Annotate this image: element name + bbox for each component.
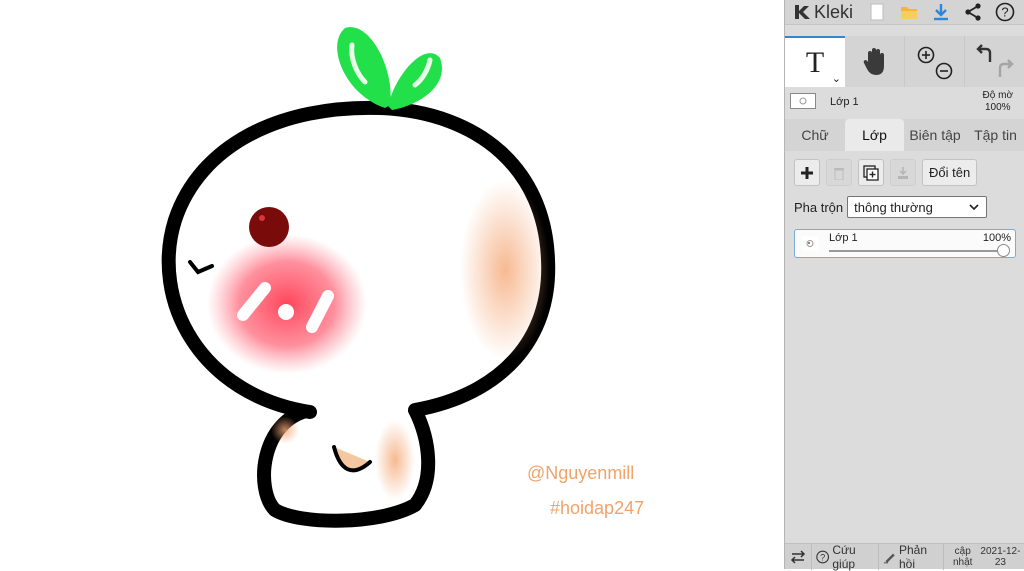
plus-icon xyxy=(801,166,813,179)
watermark-hashtag: #hoidap247 xyxy=(550,498,645,518)
opacity-slider-handle[interactable] xyxy=(997,244,1010,257)
hand-icon xyxy=(863,47,884,75)
sprout-leaf-left xyxy=(337,27,391,108)
cheek-shading xyxy=(460,180,550,360)
blush xyxy=(207,234,367,374)
help-button[interactable]: ? xyxy=(989,0,1021,25)
zoom-controls xyxy=(905,36,965,87)
feedback-pen-icon xyxy=(883,553,895,563)
question-icon: ? xyxy=(816,550,830,563)
canvas-artwork xyxy=(161,27,556,528)
feedback-link[interactable]: Phản hồi xyxy=(879,542,944,571)
current-layer-name: Lớp 1 xyxy=(830,96,859,108)
blend-mode-label: Pha trộn xyxy=(794,199,844,215)
body-shading-right xyxy=(375,420,415,500)
blend-mode-value: thông thường xyxy=(854,199,933,215)
tool-row: T ⌄ xyxy=(785,36,1024,87)
help-icon: ? xyxy=(995,2,1015,22)
merge-down-icon xyxy=(898,166,908,179)
merge-layer-button[interactable] xyxy=(890,159,916,186)
undo-redo-controls xyxy=(965,36,1024,87)
swap-arrows-icon xyxy=(790,549,806,564)
delete-layer-button[interactable] xyxy=(826,159,852,186)
app-logo[interactable]: Kleki xyxy=(785,0,861,25)
zoom-in-out xyxy=(917,46,952,79)
download-icon xyxy=(934,4,948,21)
svg-text:?: ? xyxy=(820,552,825,562)
folder-icon xyxy=(901,7,917,19)
watermark-username: @Nguyenmill xyxy=(527,463,635,483)
current-layer-bar: Lớp 1 Độ mờ 100% xyxy=(785,87,1024,119)
redo-icon[interactable] xyxy=(998,58,1014,77)
new-file-icon xyxy=(870,3,884,21)
update-label: cập nhật xyxy=(952,545,973,568)
panel-tabs: Chữ Lớp Biên tập Tập tin xyxy=(785,119,1024,151)
open-button[interactable] xyxy=(893,0,925,25)
app-name: Kleki xyxy=(814,1,854,22)
layer-opacity: 100% xyxy=(982,232,1011,244)
help-link[interactable]: ? Cứu giúp xyxy=(812,542,879,571)
layer-list-item[interactable]: Lớp 1 100% xyxy=(794,229,1016,258)
share-icon xyxy=(965,3,981,21)
top-toolbar: Kleki ? xyxy=(785,0,1024,25)
layer-thumbnail-icon xyxy=(801,236,819,251)
footer-bar: ? Cứu giúp Phản hồi cập nhật 2021-12-23 xyxy=(785,542,1024,571)
help-label: Cứu giúp xyxy=(832,542,856,571)
add-layer-button[interactable] xyxy=(794,159,820,186)
zoom-out-icon[interactable] xyxy=(935,62,952,79)
layer-thumbnail[interactable] xyxy=(790,93,816,109)
hand-tool[interactable] xyxy=(845,36,905,87)
duplicate-layer-button[interactable] xyxy=(858,159,884,186)
blend-mode-select[interactable]: thông thường xyxy=(847,196,988,218)
download-button[interactable] xyxy=(925,0,957,25)
sprout-leaf-right xyxy=(388,53,442,110)
swap-side-button[interactable] xyxy=(785,543,812,570)
update-info[interactable]: cập nhật 2021-12-23 xyxy=(944,544,1024,570)
layers-panel: Đổi tên Pha trộn thông thường Lớp 1 100% xyxy=(785,151,1024,543)
opacity-slider-track[interactable] xyxy=(829,250,1005,252)
chevron-down-icon xyxy=(969,204,979,211)
tab-file[interactable]: Tập tin xyxy=(966,119,1024,151)
chevron-down-icon[interactable]: ⌄ xyxy=(832,72,841,85)
kleki-logo-icon xyxy=(795,5,810,19)
trash-icon xyxy=(834,167,844,180)
layer-actions: Đổi tên xyxy=(794,159,978,186)
opacity-label: Độ mờ xyxy=(982,90,1013,101)
undo-redo xyxy=(976,43,1014,77)
feedback-label: Phản hồi xyxy=(899,542,928,571)
layer-name: Lớp 1 xyxy=(829,232,858,244)
rename-layer-button[interactable]: Đổi tên xyxy=(922,159,978,186)
update-date: 2021-12-23 xyxy=(980,545,1021,568)
undo-icon[interactable] xyxy=(976,43,992,62)
opacity-value: 100% xyxy=(984,102,1011,113)
drawing-canvas[interactable]: @Nguyenmill #hoidap247 xyxy=(0,0,784,569)
share-button[interactable] xyxy=(957,0,989,25)
body-shading-left xyxy=(271,416,299,444)
blend-mode-row: Pha trộn thông thường xyxy=(794,196,988,218)
tab-text[interactable]: Chữ xyxy=(785,119,845,151)
duplicate-icon xyxy=(863,164,879,181)
zoom-in-icon[interactable] xyxy=(917,46,934,63)
tab-edit[interactable]: Biên tập xyxy=(904,119,966,151)
opacity-readout: Độ mờ 100% xyxy=(983,90,1013,114)
side-panel: Kleki ? T ⌄ Lớp 1 Độ mờ 100% Chữ Lớp Biê… xyxy=(784,0,1024,571)
new-button[interactable] xyxy=(861,0,893,25)
tab-layers[interactable]: Lớp xyxy=(845,119,904,151)
text-tool-icon: T xyxy=(805,45,825,79)
layer-preview-icon xyxy=(799,97,807,105)
svg-text:?: ? xyxy=(1001,5,1008,20)
eye xyxy=(249,207,289,247)
text-tool[interactable]: T ⌄ xyxy=(785,36,845,87)
